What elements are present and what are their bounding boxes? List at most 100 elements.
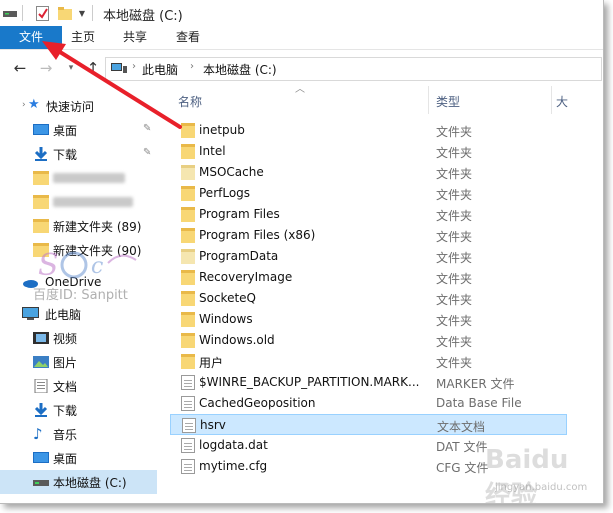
sidebar-item-label: 桌面	[53, 124, 78, 138]
tab-view[interactable]: 查看	[167, 26, 209, 49]
file-type: Data Base File	[436, 396, 522, 410]
sidebar-item-documents[interactable]: 文档	[0, 374, 157, 398]
sidebar-item-label: 新建文件夹 (89)	[53, 220, 142, 234]
sidebar-item-downloads-pc[interactable]: 下载	[0, 398, 157, 422]
blurred-label	[53, 197, 133, 207]
folder-icon	[181, 144, 195, 159]
tab-home[interactable]: 主页	[62, 26, 104, 49]
sanpitt-logo: S c	[36, 245, 146, 288]
file-type: 文件夹	[436, 335, 473, 349]
breadcrumb-chevron-icon[interactable]: ›	[190, 61, 194, 72]
file-name: mytime.cfg	[199, 459, 268, 473]
column-divider[interactable]	[428, 86, 429, 114]
file-row[interactable]: hsrv 文本文档	[170, 414, 567, 435]
pin-icon[interactable]: ✎	[143, 123, 151, 134]
ribbon-tabs: 文件 主页 共享 查看	[0, 26, 603, 50]
sidebar-item-local-disk-c[interactable]: 本地磁盘 (C:)	[0, 470, 157, 494]
recent-locations-chevron-icon[interactable]: ▾	[62, 59, 80, 77]
sidebar-item-downloads[interactable]: 下载 ✎	[0, 142, 157, 166]
file-row[interactable]: RecoveryImage 文件夹	[170, 267, 567, 288]
breadcrumb-local-disk[interactable]: 本地磁盘 (C:)	[203, 61, 277, 78]
column-divider[interactable]	[551, 86, 552, 114]
up-arrow-icon[interactable]: ↑	[84, 59, 102, 77]
folder-icon	[33, 171, 49, 185]
file-type: 文件夹	[436, 356, 473, 370]
file-row[interactable]: MSOCache 文件夹	[170, 162, 567, 183]
file-icon	[181, 375, 195, 390]
file-row[interactable]: Intel 文件夹	[170, 141, 567, 162]
folder-icon	[181, 207, 195, 222]
sidebar-item-videos[interactable]: 视频	[0, 326, 157, 350]
sidebar-item-label: 图片	[53, 356, 78, 370]
sidebar-item-label: 下载	[53, 404, 78, 418]
file-row[interactable]: Program Files (x86) 文件夹	[170, 225, 567, 246]
sidebar-item-quick-access[interactable]: › ★ 快速访问	[0, 94, 157, 118]
tab-share[interactable]: 共享	[114, 26, 156, 49]
tab-file[interactable]: 文件	[0, 26, 62, 49]
file-row[interactable]: PerfLogs 文件夹	[170, 183, 567, 204]
column-header-size[interactable]: 大	[556, 93, 568, 110]
file-name: logdata.dat	[199, 438, 268, 452]
computer-icon	[22, 307, 39, 321]
sidebar-item-label: 此电脑	[45, 308, 82, 322]
file-type: 文件夹	[436, 125, 473, 139]
file-name: inetpub	[199, 123, 245, 137]
title-bar: ▼ 本地磁盘 (C:)	[0, 0, 603, 27]
pin-icon[interactable]: ✎	[143, 147, 151, 158]
sidebar-item-blurred-folder[interactable]	[0, 166, 157, 190]
sidebar-item-blurred-folder[interactable]	[0, 190, 157, 214]
new-folder-icon[interactable]	[57, 5, 73, 21]
sidebar-item-new-folder-89[interactable]: 新建文件夹 (89)	[0, 214, 157, 238]
file-row[interactable]: $WINRE_BACKUP_PARTITION.MARK... MARKER 文件	[170, 372, 567, 393]
forward-arrow-icon[interactable]: →	[37, 59, 55, 77]
file-name: $WINRE_BACKUP_PARTITION.MARK...	[199, 375, 420, 389]
file-row[interactable]: Windows 文件夹	[170, 309, 567, 330]
sidebar-item-pictures[interactable]: 图片	[0, 350, 157, 374]
sidebar-item-desktop[interactable]: 桌面 ✎	[0, 118, 157, 142]
breadcrumb-chevron-icon[interactable]: ›	[132, 61, 136, 72]
file-name: MSOCache	[199, 165, 264, 179]
file-type: 文件夹	[436, 146, 473, 160]
file-row[interactable]: inetpub 文件夹	[170, 120, 567, 141]
folder-icon	[181, 270, 195, 285]
document-icon	[33, 378, 49, 394]
file-row[interactable]: ProgramData 文件夹	[170, 246, 567, 267]
file-row[interactable]: Program Files 文件夹	[170, 204, 567, 225]
properties-icon[interactable]	[34, 5, 50, 21]
download-icon	[33, 403, 49, 417]
picture-icon	[33, 355, 49, 369]
folder-icon	[181, 291, 195, 306]
music-icon: ♪	[33, 425, 43, 443]
column-header-type[interactable]: 类型	[436, 93, 460, 110]
file-type: 文件夹	[436, 251, 473, 265]
chevron-down-icon[interactable]: ›	[22, 100, 26, 110]
file-row[interactable]: SocketeQ 文件夹	[170, 288, 567, 309]
watermark-baidu: Baidu 经验	[485, 445, 569, 504]
file-row[interactable]: CachedGeoposition Data Base File	[170, 393, 567, 414]
separator	[22, 5, 23, 21]
file-type: DAT 文件	[436, 440, 488, 454]
customize-toolbar-chevron-icon[interactable]: ▼	[77, 5, 87, 21]
sidebar-item-music[interactable]: ♪ 音乐	[0, 422, 157, 446]
folder-icon	[33, 219, 49, 233]
sidebar-item-partial[interactable]	[0, 494, 157, 503]
folder-icon	[181, 312, 195, 327]
file-name: Program Files	[199, 207, 280, 221]
video-icon	[33, 331, 49, 345]
folder-icon	[181, 165, 195, 180]
file-type: MARKER 文件	[436, 377, 515, 391]
file-icon	[181, 438, 195, 453]
svg-text:c: c	[91, 254, 103, 279]
file-row[interactable]: 用户 文件夹	[170, 351, 567, 372]
file-row[interactable]: Windows.old 文件夹	[170, 330, 567, 351]
address-bar[interactable]: › 此电脑 › 本地磁盘 (C:)	[105, 57, 602, 81]
file-type: 文件夹	[436, 209, 473, 223]
explorer-window: ▼ 本地磁盘 (C:) 文件 主页 共享 查看 ← → ▾ ↑ › 此电脑 › …	[0, 0, 604, 504]
breadcrumb-this-pc[interactable]: 此电脑	[142, 61, 178, 78]
column-header-name[interactable]: 名称	[178, 93, 202, 110]
file-type: 文件夹	[436, 314, 473, 328]
back-arrow-icon[interactable]: ←	[11, 59, 29, 77]
sidebar-item-this-pc[interactable]: 此电脑	[0, 302, 157, 326]
sidebar-item-desktop-pc[interactable]: 桌面	[0, 446, 157, 470]
watermark-url: jingyan.baidu.com	[495, 482, 588, 493]
